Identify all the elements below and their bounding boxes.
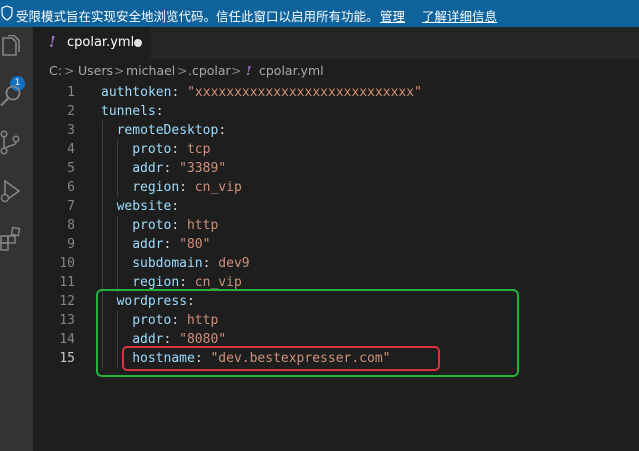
yaml-value: http bbox=[179, 218, 219, 233]
yaml-value: cn_vip bbox=[186, 180, 242, 195]
banner-message: 受限模式旨在实现安全地浏览代码。信任此窗口以启用所有功能。 bbox=[16, 9, 379, 24]
yaml-value: "80" bbox=[171, 237, 211, 252]
code-line[interactable]: 6 region: cn_vip bbox=[33, 178, 639, 197]
yaml-key: proto bbox=[132, 218, 172, 233]
breadcrumb-drive[interactable]: C: bbox=[49, 63, 62, 78]
code-line[interactable]: 7 website: bbox=[33, 197, 639, 216]
editor-tab-bar: ! cpolar.yml bbox=[33, 27, 639, 59]
colon: : bbox=[171, 199, 180, 214]
line-number: 12 bbox=[59, 294, 75, 309]
search-icon[interactable] bbox=[0, 83, 24, 109]
line-number: 3 bbox=[67, 123, 75, 138]
extensions-icon[interactable] bbox=[0, 225, 24, 251]
yaml-value: tcp bbox=[179, 142, 211, 157]
yaml-key: remoteDesktop bbox=[116, 123, 219, 138]
code-line[interactable]: 8 proto: http bbox=[33, 216, 639, 235]
code-line[interactable]: 2 tunnels: bbox=[33, 102, 639, 121]
chevron-right-icon: > bbox=[177, 63, 188, 78]
line-number: 7 bbox=[67, 199, 75, 214]
yaml-value: dev9 bbox=[210, 256, 250, 271]
tab-cpolar-yml[interactable]: ! cpolar.yml bbox=[33, 27, 150, 59]
colon: : bbox=[171, 218, 180, 233]
yaml-value: cn_vip bbox=[186, 275, 242, 290]
line-number: 2 bbox=[67, 104, 75, 119]
colon: : bbox=[179, 180, 187, 195]
source-control-icon[interactable] bbox=[0, 130, 24, 156]
yaml-key: region bbox=[132, 180, 180, 195]
learn-more-link[interactable]: 了解详细信息 bbox=[422, 6, 497, 25]
colon: : bbox=[155, 104, 164, 119]
line-number: 6 bbox=[67, 180, 75, 195]
yaml-key: region bbox=[132, 275, 180, 290]
yaml-key: addr bbox=[132, 161, 164, 176]
line-number: 13 bbox=[59, 313, 75, 328]
yaml-key: authtoken bbox=[101, 85, 172, 100]
colon: : bbox=[218, 123, 227, 138]
hostname-highlight-box bbox=[122, 346, 440, 371]
restricted-mode-banner: 受限模式旨在实现安全地浏览代码。信任此窗口以启用所有功能。 管理 了解详细信息 bbox=[0, 0, 639, 27]
chevron-right-icon: > bbox=[114, 63, 125, 78]
code-text: subdomain: dev9 bbox=[132, 254, 249, 273]
code-line[interactable]: 5 addr: "3389" bbox=[33, 159, 639, 178]
yaml-file-icon: ! bbox=[49, 33, 56, 51]
yaml-value: "3389" bbox=[171, 161, 227, 176]
breadcrumb: C: > Users > michael > .cpolar > ! cpola… bbox=[33, 59, 639, 83]
code-line[interactable]: 9 addr: "80" bbox=[33, 235, 639, 254]
manage-link[interactable]: 管理 bbox=[380, 6, 405, 25]
yaml-key: website bbox=[116, 199, 172, 214]
line-number: 9 bbox=[67, 237, 75, 252]
yaml-key: tunnels bbox=[101, 104, 156, 119]
code-editor[interactable]: 1 authtoken: "xxxxxxxxxxxxxxxxxxxxxxxxxxx… bbox=[33, 83, 639, 451]
code-text: addr: "3389" bbox=[132, 159, 226, 178]
code-line[interactable]: 1 authtoken: "xxxxxxxxxxxxxxxxxxxxxxxxxxx… bbox=[33, 83, 639, 102]
yaml-key: subdomain bbox=[132, 256, 203, 271]
yaml-value: "xxxxxxxxxxxxxxxxxxxxxxxxxxxx" bbox=[179, 85, 422, 100]
line-number: 11 bbox=[59, 275, 75, 290]
explorer-icon[interactable] bbox=[0, 35, 24, 61]
shield-icon bbox=[1, 5, 13, 21]
code-text: proto: tcp bbox=[132, 140, 210, 159]
activity-bar: 1 bbox=[0, 27, 33, 451]
code-text: addr: "80" bbox=[132, 235, 210, 254]
code-text: website: bbox=[117, 197, 180, 216]
code-text: authtoken: "xxxxxxxxxxxxxxxxxxxxxxxxxxxx… bbox=[101, 83, 422, 102]
colon: : bbox=[179, 275, 187, 290]
code-line[interactable]: 3 remoteDesktop: bbox=[33, 121, 639, 140]
run-debug-icon[interactable] bbox=[0, 178, 24, 204]
colon: : bbox=[171, 142, 180, 157]
chevron-right-icon: > bbox=[231, 63, 242, 78]
line-number: 1 bbox=[67, 85, 75, 100]
code-text: region: cn_vip bbox=[132, 178, 242, 197]
chevron-right-icon: > bbox=[64, 63, 75, 78]
line-number: 15 bbox=[59, 351, 75, 366]
yaml-key: proto bbox=[132, 142, 172, 157]
line-number: 5 bbox=[67, 161, 75, 176]
yaml-key: addr bbox=[132, 237, 164, 252]
line-number: 14 bbox=[59, 332, 75, 347]
tab-label: cpolar.yml bbox=[67, 35, 135, 50]
yaml-file-icon: ! bbox=[246, 63, 252, 78]
breadcrumb-file[interactable]: cpolar.yml bbox=[259, 63, 324, 78]
breadcrumb-cpolar-folder[interactable]: .cpolar bbox=[188, 63, 231, 78]
code-line[interactable]: 10 subdomain: dev9 bbox=[33, 254, 639, 273]
code-text: proto: http bbox=[132, 216, 218, 235]
unsaved-dot-icon[interactable] bbox=[134, 39, 142, 47]
code-line[interactable]: 4 proto: tcp bbox=[33, 140, 639, 159]
line-number: 8 bbox=[67, 218, 75, 233]
breadcrumb-users[interactable]: Users bbox=[78, 63, 113, 78]
code-text: tunnels: bbox=[101, 102, 164, 121]
line-number: 4 bbox=[67, 142, 75, 157]
breadcrumb-michael[interactable]: michael bbox=[126, 63, 175, 78]
code-text: remoteDesktop: bbox=[117, 121, 227, 140]
line-number: 10 bbox=[59, 256, 75, 271]
